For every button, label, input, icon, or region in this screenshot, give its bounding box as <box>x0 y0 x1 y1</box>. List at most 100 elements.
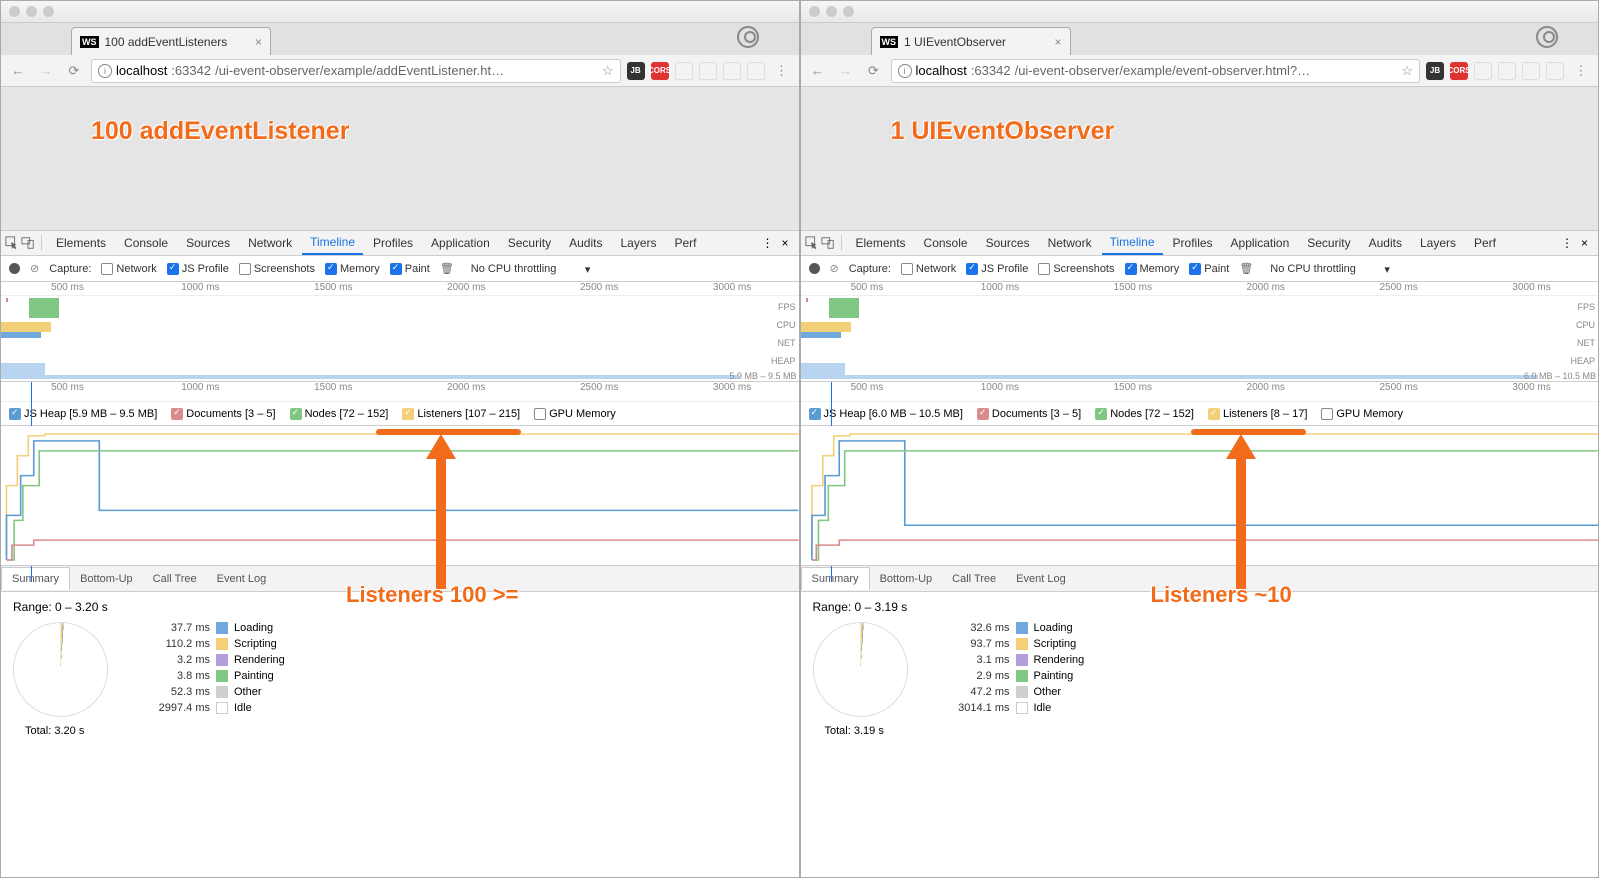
extension-icon[interactable] <box>1522 62 1540 80</box>
dev-tab-timeline[interactable]: Timeline <box>302 231 363 255</box>
bottom-tab-summary[interactable]: Summary <box>1 567 70 590</box>
cpu-throttle-select[interactable]: No CPU throttling▾ <box>464 260 598 278</box>
extension-cors-icon[interactable]: CORS <box>1450 62 1468 80</box>
gc-button[interactable]: 🗑 <box>1239 262 1253 275</box>
clear-button[interactable]: ⊘ <box>830 262 839 275</box>
bottom-tab-summary[interactable]: Summary <box>801 567 870 590</box>
legend-listeners[interactable]: Listeners [107 – 215] <box>402 408 520 420</box>
dev-tab-application[interactable]: Application <box>423 232 498 254</box>
extension-icon[interactable] <box>723 62 741 80</box>
dev-tab-layers[interactable]: Layers <box>612 232 664 254</box>
traffic-light-min[interactable] <box>826 6 837 17</box>
devtools-close-icon[interactable]: × <box>781 236 788 250</box>
dev-tab-console[interactable]: Console <box>116 232 176 254</box>
forward-button[interactable]: → <box>35 60 57 82</box>
extension-icon[interactable] <box>747 62 765 80</box>
dev-tab-audits[interactable]: Audits <box>561 232 610 254</box>
traffic-light-close[interactable] <box>9 6 20 17</box>
legend-jsheap[interactable]: JS Heap [6.0 MB – 10.5 MB] <box>809 408 963 420</box>
profile-avatar-icon[interactable] <box>1536 26 1558 48</box>
bottom-tab-bottomup[interactable]: Bottom-Up <box>870 568 943 590</box>
bottom-tab-calltree[interactable]: Call Tree <box>942 568 1006 590</box>
traffic-light-max[interactable] <box>843 6 854 17</box>
dev-tab-application[interactable]: Application <box>1223 232 1298 254</box>
extension-icon[interactable] <box>1546 62 1564 80</box>
detail-ruler[interactable]: 500 ms1000 ms1500 ms2000 ms2500 ms3000 m… <box>1 382 799 402</box>
detail-ruler[interactable]: 500 ms1000 ms1500 ms2000 ms2500 ms3000 m… <box>801 382 1599 402</box>
dev-tab-audits[interactable]: Audits <box>1361 232 1410 254</box>
traffic-light-max[interactable] <box>43 6 54 17</box>
memory-chart[interactable] <box>1 426 799 566</box>
inspect-element-icon[interactable] <box>805 236 819 250</box>
capture-paint-checkbox[interactable]: Paint <box>1189 263 1229 275</box>
device-toggle-icon[interactable] <box>821 236 835 250</box>
bottom-tab-eventlog[interactable]: Event Log <box>207 568 277 590</box>
site-info-icon[interactable]: i <box>898 64 912 78</box>
device-toggle-icon[interactable] <box>21 236 35 250</box>
extension-icon[interactable] <box>1474 62 1492 80</box>
capture-memory-checkbox[interactable]: Memory <box>325 263 380 275</box>
address-bar[interactable]: i localhost:63342/ui-event-observer/exam… <box>91 59 621 83</box>
dev-tab-layers[interactable]: Layers <box>1412 232 1464 254</box>
record-button[interactable] <box>9 263 20 274</box>
dev-tab-perf[interactable]: Perf <box>667 232 705 254</box>
devtools-close-icon[interactable]: × <box>1581 236 1588 250</box>
cpu-throttle-select[interactable]: No CPU throttling▾ <box>1263 260 1397 278</box>
traffic-light-min[interactable] <box>26 6 37 17</box>
extension-icon[interactable] <box>699 62 717 80</box>
bottom-tab-bottomup[interactable]: Bottom-Up <box>70 568 143 590</box>
address-bar[interactable]: i localhost:63342/ui-event-observer/exam… <box>891 59 1421 83</box>
legend-gpu[interactable]: GPU Memory <box>534 408 616 420</box>
inspect-element-icon[interactable] <box>5 236 19 250</box>
dev-tab-security[interactable]: Security <box>1299 232 1358 254</box>
extension-jb-icon[interactable]: JB <box>627 62 645 80</box>
dev-tab-perf[interactable]: Perf <box>1466 232 1504 254</box>
dev-tab-profiles[interactable]: Profiles <box>1165 232 1221 254</box>
bookmark-star-icon[interactable]: ☆ <box>1401 63 1413 79</box>
gc-button[interactable]: 🗑 <box>440 262 454 275</box>
bottom-tab-eventlog[interactable]: Event Log <box>1006 568 1076 590</box>
devtools-more-icon[interactable]: ⋮ <box>761 236 773 250</box>
memory-chart[interactable] <box>801 426 1599 566</box>
site-info-icon[interactable]: i <box>98 64 112 78</box>
capture-memory-checkbox[interactable]: Memory <box>1125 263 1180 275</box>
chrome-menu-icon[interactable]: ⋮ <box>771 60 793 82</box>
legend-nodes[interactable]: Nodes [72 – 152] <box>290 408 389 420</box>
legend-documents[interactable]: Documents [3 – 5] <box>977 408 1081 420</box>
dev-tab-network[interactable]: Network <box>1040 232 1100 254</box>
dev-tab-elements[interactable]: Elements <box>848 232 914 254</box>
close-tab-icon[interactable]: × <box>255 35 262 49</box>
capture-jsprofile-checkbox[interactable]: JS Profile <box>966 263 1028 275</box>
traffic-light-close[interactable] <box>809 6 820 17</box>
back-button[interactable]: ← <box>7 60 29 82</box>
back-button[interactable]: ← <box>807 60 829 82</box>
legend-listeners[interactable]: Listeners [8 – 17] <box>1208 408 1307 420</box>
extension-jb-icon[interactable]: JB <box>1426 62 1444 80</box>
timeline-overview[interactable]: 500 ms1000 ms1500 ms2000 ms2500 ms3000 m… <box>801 282 1599 382</box>
dev-tab-console[interactable]: Console <box>916 232 976 254</box>
extension-icon[interactable] <box>675 62 693 80</box>
chrome-menu-icon[interactable]: ⋮ <box>1570 60 1592 82</box>
bottom-tab-calltree[interactable]: Call Tree <box>143 568 207 590</box>
bookmark-star-icon[interactable]: ☆ <box>602 63 614 79</box>
devtools-more-icon[interactable]: ⋮ <box>1561 236 1573 250</box>
capture-network-checkbox[interactable]: Network <box>901 263 956 275</box>
legend-nodes[interactable]: Nodes [72 – 152] <box>1095 408 1194 420</box>
dev-tab-timeline[interactable]: Timeline <box>1102 231 1163 255</box>
close-tab-icon[interactable]: × <box>1054 35 1061 49</box>
forward-button[interactable]: → <box>835 60 857 82</box>
dev-tab-sources[interactable]: Sources <box>978 232 1038 254</box>
extension-cors-icon[interactable]: CORS <box>651 62 669 80</box>
capture-network-checkbox[interactable]: Network <box>101 263 156 275</box>
profile-avatar-icon[interactable] <box>737 26 759 48</box>
capture-screenshots-checkbox[interactable]: Screenshots <box>239 263 315 275</box>
extension-icon[interactable] <box>1498 62 1516 80</box>
capture-screenshots-checkbox[interactable]: Screenshots <box>1038 263 1114 275</box>
timeline-overview[interactable]: 500 ms1000 ms1500 ms2000 ms2500 ms3000 m… <box>1 282 799 382</box>
legend-documents[interactable]: Documents [3 – 5] <box>171 408 275 420</box>
dev-tab-security[interactable]: Security <box>500 232 559 254</box>
legend-gpu[interactable]: GPU Memory <box>1321 408 1403 420</box>
dev-tab-elements[interactable]: Elements <box>48 232 114 254</box>
dev-tab-profiles[interactable]: Profiles <box>365 232 421 254</box>
capture-jsprofile-checkbox[interactable]: JS Profile <box>167 263 229 275</box>
